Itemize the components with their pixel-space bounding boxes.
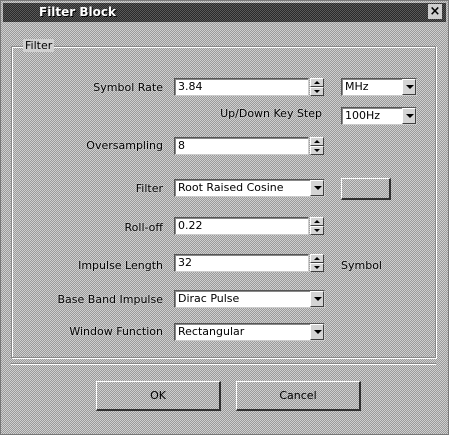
rolloff-input[interactable]: 0.22 (174, 217, 309, 235)
impulse-length-input[interactable]: 32 (174, 254, 309, 272)
window-function-label: Window Function (69, 325, 163, 338)
filter-value: Root Raised Cosine (178, 181, 284, 194)
oversampling-input[interactable]: 8 (174, 137, 309, 155)
symbol-rate-unit-value: MHz (345, 80, 369, 93)
spin-down-icon[interactable] (310, 87, 324, 96)
key-step-value: 100Hz (345, 109, 381, 122)
key-step-select[interactable]: 100Hz (341, 107, 417, 125)
base-band-impulse-label: Base Band Impulse (57, 293, 164, 306)
impulse-length-spinner[interactable] (310, 254, 324, 272)
divider (11, 363, 436, 365)
spin-up-icon[interactable] (310, 78, 324, 87)
spin-down-icon[interactable] (310, 146, 324, 155)
spin-down-icon[interactable] (310, 226, 324, 235)
window-title: Filter Block (39, 5, 116, 19)
window-function-value: Rectangular (178, 325, 245, 338)
rolloff-label: Roll-off (124, 221, 163, 234)
symbol-rate-unit-select[interactable]: MHz (341, 78, 417, 96)
impulse-length-unit: Symbol (341, 259, 382, 272)
chevron-down-icon[interactable] (310, 291, 324, 307)
spin-down-icon[interactable] (310, 263, 324, 272)
spin-up-icon[interactable] (310, 137, 324, 146)
filter-label: Filter (135, 182, 163, 195)
cancel-button[interactable]: Cancel (236, 381, 361, 411)
window-function-select[interactable]: Rectangular (174, 323, 325, 341)
chevron-down-icon[interactable] (310, 180, 324, 196)
rolloff-spinner[interactable] (310, 217, 324, 235)
spin-up-icon[interactable] (310, 254, 324, 263)
symbol-rate-input[interactable]: 3.84 (174, 78, 309, 96)
dialog-window: Filter Block × Filter Symbol Rate 3.84 M… (0, 0, 449, 435)
symbol-rate-label: Symbol Rate (93, 81, 163, 94)
oversampling-spinner[interactable] (310, 137, 324, 155)
filter-settings-button[interactable] (341, 178, 391, 200)
close-button[interactable]: × (428, 4, 442, 19)
chevron-down-icon[interactable] (310, 324, 324, 340)
chevron-down-icon[interactable] (402, 79, 416, 95)
impulse-length-label: Impulse Length (78, 259, 163, 272)
base-band-impulse-value: Dirac Pulse (178, 292, 240, 305)
spin-up-icon[interactable] (310, 217, 324, 226)
symbol-rate-spinner[interactable] (310, 78, 324, 96)
filter-select[interactable]: Root Raised Cosine (174, 179, 325, 197)
base-band-impulse-select[interactable]: Dirac Pulse (174, 290, 325, 308)
key-step-label: Up/Down Key Step (220, 107, 322, 120)
title-bar[interactable]: Filter Block × (3, 3, 446, 22)
ok-button[interactable]: OK (96, 381, 221, 411)
oversampling-label: Oversampling (86, 139, 163, 152)
chevron-down-icon[interactable] (402, 108, 416, 124)
groupbox-label: Filter (23, 39, 55, 52)
